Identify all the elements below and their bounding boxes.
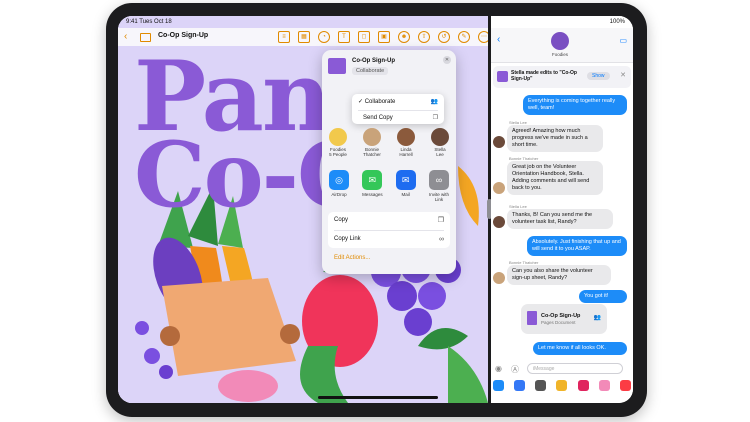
copy-icon: ❐ (437, 217, 444, 224)
shared-doc-kind: Pages Document (541, 320, 576, 325)
document-thumbnail (328, 58, 346, 74)
collaborate-mode-button[interactable]: Collaborate (352, 67, 389, 75)
edit-notice-text: Stella made edits to "Co-Op Sign-Up" (511, 70, 577, 82)
sidebar-icon[interactable] (140, 33, 151, 42)
message-bubble[interactable]: You got it! (579, 290, 627, 303)
camera-icon[interactable]: ◉ (495, 364, 502, 373)
ipad-screen: Pan Co-O 9:41 Tues Oct 18 ‹ Co-Op Sign-U… (118, 16, 633, 403)
share-mode-menu: ✓ Collaborate 👥 Send Copy ❐ (352, 94, 444, 124)
battery-indicator: 100% (609, 19, 625, 25)
group-name[interactable]: Foodies (541, 52, 579, 57)
avatar (363, 128, 381, 146)
share-icon[interactable]: ⇧ (418, 31, 430, 43)
menu-item-collaborate[interactable]: ✓ Collaborate 👥 (358, 95, 438, 109)
appstore-app-icon[interactable] (514, 380, 526, 391)
shared-doc-name: Co-Op Sign-Up (541, 313, 581, 319)
mail-icon: ✉ (395, 170, 416, 190)
shared-document-card[interactable]: Co-Op Sign-Up Pages Document 👥 (521, 304, 607, 334)
avatar (397, 128, 415, 146)
share-actions: Copy ❐ Copy Link ∞ (328, 212, 450, 248)
messages-app: 100% ‹ Foodies ▭ Stella made edits to "C… (491, 16, 633, 403)
messages-icon: ✉ (362, 170, 383, 190)
collaborator-avatar-icon[interactable]: ☻ (398, 31, 410, 43)
status-bar: 9:41 Tues Oct 18 (118, 16, 488, 28)
action-copy-link[interactable]: Copy Link ∞ (334, 230, 444, 248)
app-messages[interactable]: ✉ Messages (359, 170, 385, 206)
message-bubble[interactable]: Can you also share the volunteer sign-up… (507, 265, 611, 285)
message-bubble[interactable]: Great job on the Volunteer Orientation H… (507, 161, 603, 195)
undo-icon[interactable]: ↺ (438, 31, 450, 43)
app-store-icon[interactable]: Ⓐ (511, 364, 519, 375)
photos-app-icon[interactable] (493, 380, 504, 391)
document-title[interactable]: Co-Op Sign-Up (158, 32, 208, 39)
home-indicator[interactable] (318, 396, 438, 399)
edit-notice-banner: Stella made edits to "Co-Op Sign-Up" Sho… (493, 66, 631, 88)
memoji-app-icon[interactable] (556, 380, 568, 391)
status-time: 9:41 Tues Oct 18 (126, 19, 172, 25)
close-icon[interactable]: ✕ (620, 71, 626, 79)
share-title: Co-Op Sign-Up (352, 58, 395, 64)
avatar (493, 216, 505, 228)
messages-status: 100% (491, 16, 633, 28)
person-linda[interactable]: Linda Harrell (394, 128, 418, 164)
chart-icon[interactable]: ◔ (318, 31, 330, 43)
avatar (329, 128, 347, 146)
share-apps-row: ◎ AirDrop ✉ Messages ✉ Mail ∞ Invite with Li… (326, 170, 452, 206)
app-tray (493, 380, 631, 396)
pages-toolbar: ‹ Co-Op Sign-Up ≡ ▦ ◔ T ◻ ▣ ☻ ⇧ ↺ ✎ ⋯ (118, 28, 488, 46)
edit-actions-link[interactable]: Edit Actions... (334, 255, 370, 261)
group-avatar[interactable] (551, 32, 569, 50)
close-icon[interactable]: ✕ (443, 56, 451, 64)
people-icon: 👥 (430, 99, 438, 105)
stickers-app-icon[interactable] (577, 380, 589, 391)
pages-doc-icon (497, 71, 508, 82)
text-icon[interactable]: T (338, 31, 350, 43)
video-call-icon[interactable]: ▭ (619, 36, 627, 45)
avatar (493, 136, 505, 148)
link-icon: ∞ (439, 236, 444, 243)
format-brush-icon[interactable]: ✎ (458, 31, 470, 43)
avatar (431, 128, 449, 146)
message-bubble[interactable]: Let me know if all looks OK. (533, 342, 627, 355)
back-chevron-icon[interactable]: ‹ (497, 34, 500, 45)
copy-icon: ❐ (432, 115, 438, 121)
message-bubble[interactable]: Agreed! Amazing how much progress we've … (507, 125, 603, 152)
pages-app: Pan Co-O 9:41 Tues Oct 18 ‹ Co-Op Sign-U… (118, 16, 488, 403)
airdrop-icon: ◎ (329, 170, 349, 190)
person-stella[interactable]: Stella Lee (428, 128, 452, 164)
audio-app-icon[interactable] (535, 380, 547, 391)
toolbar-icons: ≡ ▦ ◔ T ◻ ▣ ☻ ⇧ ↺ ✎ ⋯ (278, 31, 488, 43)
compose-bar: ◉ Ⓐ iMessage (491, 360, 633, 378)
person-foodies[interactable]: Foodies 5 People (326, 128, 350, 164)
person-bonnie[interactable]: Bonnie Thatcher (360, 128, 384, 164)
share-people-row: Foodies 5 People Bonnie Thatcher Linda Harr… (326, 128, 452, 164)
pages-doc-icon (527, 311, 537, 325)
message-bubble[interactable]: Everything is coming together really wel… (523, 95, 627, 115)
link-icon: ∞ (428, 170, 449, 190)
collaborate-icon: 👥 (593, 315, 601, 321)
message-bubble[interactable]: Absolutely. Just finishing that up and w… (527, 236, 627, 256)
back-chevron-icon[interactable]: ‹ (124, 31, 127, 42)
conversation-header: ‹ Foodies ▭ (491, 28, 633, 63)
message-bubble[interactable]: Thanks, B! Can you send me the volunteer… (507, 209, 613, 229)
app-mail[interactable]: ✉ Mail (393, 170, 419, 206)
games-app-icon[interactable] (598, 380, 610, 391)
more-icon[interactable]: ⋯ (478, 31, 488, 43)
avatar (493, 182, 505, 194)
show-button[interactable]: Show (587, 72, 610, 80)
message-input[interactable]: iMessage (527, 363, 623, 374)
music-app-icon[interactable] (619, 380, 631, 391)
app-invite-link[interactable]: ∞ Invite with Link (426, 170, 452, 206)
shape-icon[interactable]: ◻ (358, 31, 370, 43)
share-popover: Co-Op Sign-Up Collaborate ✕ ✓ Collaborat… (322, 50, 456, 274)
table-icon[interactable]: ▦ (298, 31, 310, 43)
action-copy[interactable]: Copy ❐ (334, 212, 444, 229)
avatar (493, 272, 505, 284)
app-airdrop[interactable]: ◎ AirDrop (326, 170, 352, 206)
menu-item-send-copy[interactable]: Send Copy ❐ (358, 110, 438, 125)
media-icon[interactable]: ▣ (378, 31, 390, 43)
list-icon[interactable]: ≡ (278, 31, 290, 43)
